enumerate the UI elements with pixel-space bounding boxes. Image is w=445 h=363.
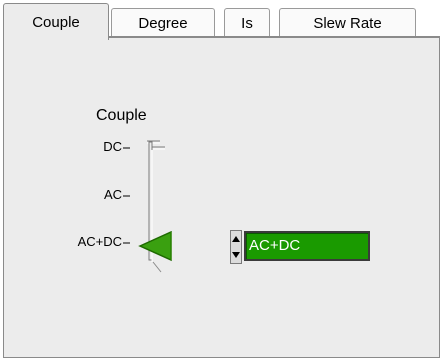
tab-couple[interactable]: Couple [3,3,109,40]
value-spinner[interactable] [230,230,242,264]
tab-degree[interactable]: Degree [111,8,215,38]
tick-label-ac: AC [103,187,122,202]
tab-is-label: Is [241,15,253,32]
arrow-up-icon [232,236,240,242]
couple-value-field[interactable]: AC+DC [244,231,370,261]
tab-panel [3,36,440,358]
slider-title: Couple [96,107,147,124]
slider-thumb[interactable] [138,231,178,263]
tick-label-dc: DC [103,139,122,154]
spinner-down-button[interactable] [231,247,241,263]
tab-slew-rate[interactable]: Slew Rate [279,8,416,38]
tab-degree-label: Degree [138,15,188,32]
tab-couple-label: Couple [32,13,80,31]
tick-label-acdc: AC+DC [77,234,122,249]
tab-slew-rate-label: Slew Rate [313,15,382,32]
tab-is[interactable]: Is [224,8,270,38]
arrow-down-icon [232,252,240,258]
spinner-up-button[interactable] [231,231,241,247]
